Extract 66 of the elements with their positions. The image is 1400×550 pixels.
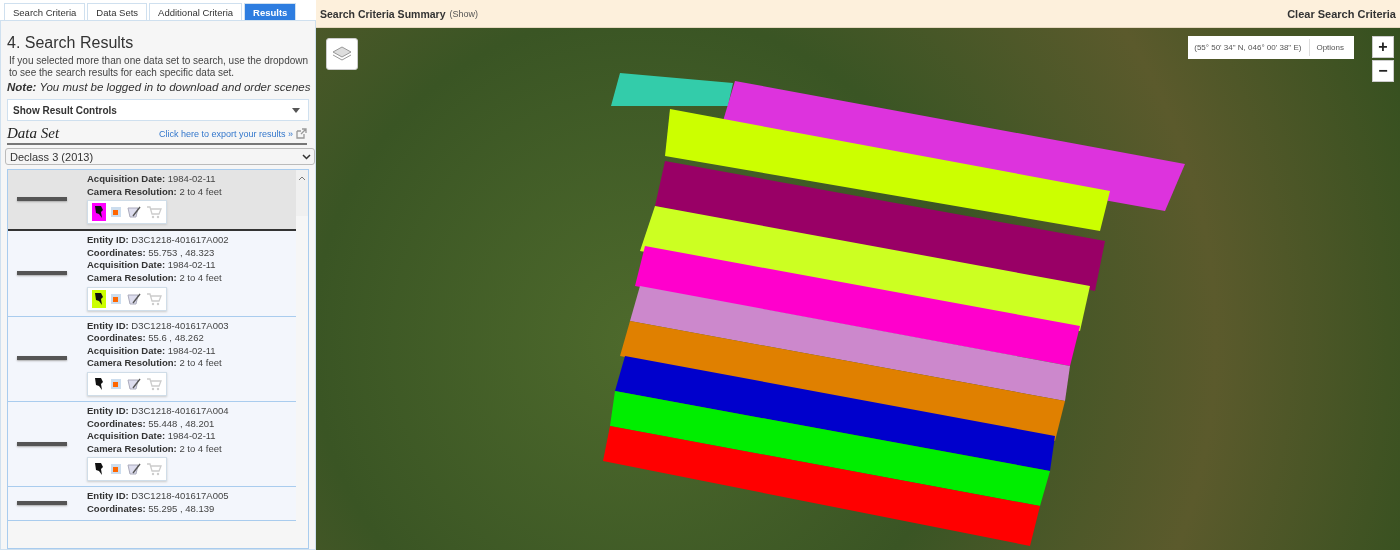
footprint-polygon[interactable]	[630, 286, 1070, 401]
result-field: Entity ID: D3C1218-401617A005	[87, 490, 229, 503]
data-set-select[interactable]: Declass 3 (2013)	[5, 148, 315, 165]
thumbnail-strip	[17, 270, 67, 275]
result-field: Acquisition Date: 1984-02-11	[87, 259, 229, 272]
result-field: Camera Resolution: 2 to 4 feet	[87, 442, 229, 456]
download-icon[interactable]	[126, 205, 142, 220]
result-field: Camera Resolution: 2 to 4 feet	[87, 357, 229, 370]
zoom-in-button[interactable]: +	[1372, 36, 1394, 58]
result-field: Camera Resolution: 2 to 4 feet	[87, 185, 222, 199]
tab[interactable]: Additional Criteria	[149, 3, 243, 20]
result-item[interactable]: Entity ID: D3C1218-401617A002 Coordinates: 55.753 , 48.323 Acquisition Date: 1984-02-11 Camera Resolution: 2 to 4 feet	[8, 231, 296, 317]
chevron-icon	[302, 153, 311, 160]
thumbnail-strip	[17, 356, 67, 361]
show-link[interactable]: (Show)	[449, 8, 1284, 19]
thumbnail-strip	[17, 500, 67, 505]
data-set-label: Data Set	[7, 125, 61, 142]
result-item[interactable]: Entity ID: D3C1218-401617A003 Coordinates: 55.6 , 48.262 Acquisition Date: 1984-02-11 Camera Resolution: 2 to 4 feet	[8, 316, 296, 402]
footprint-polygon[interactable]	[611, 73, 733, 106]
result-field: Entity ID: D3C1218-401617A002	[87, 234, 229, 247]
result-controls-dropdown[interactable]: Show Result Controls	[7, 99, 309, 121]
tab[interactable]: Results	[244, 3, 297, 20]
tab[interactable]: Data Sets	[87, 3, 148, 20]
footprint-polygon[interactable]	[655, 161, 1105, 291]
thumbnail-strip	[17, 197, 67, 202]
footprint-icon[interactable]	[92, 203, 106, 222]
result-field: Acquisition Date: 1984-02-11	[87, 344, 229, 358]
download-icon[interactable]	[126, 462, 142, 477]
result-field: Camera Resolution: 2 to 4 feet	[87, 271, 229, 285]
download-icon[interactable]	[126, 291, 142, 306]
satellite-map[interactable]: (55° 50' 34" N, 046° 00' 38" E) Options + −	[316, 28, 1400, 550]
footprint-polygon[interactable]	[635, 246, 1080, 366]
result-field: Acquisition Date: 1984-02-11	[87, 173, 222, 186]
cursor-coordinates: (55° 50' 34" N, 046° 00' 38" E)	[1194, 43, 1302, 52]
footprint-polygon[interactable]	[603, 426, 1040, 546]
result-item[interactable]: Entity ID: D3C1218-401617A004 Coordinates: 55.448 , 48.201 Acquisition Date: 1984-02-11 Camera Resolution: 2 to 4 feet	[8, 401, 296, 488]
clear-criteria-link[interactable]: Clear Search Criteria	[1287, 7, 1396, 20]
export-link[interactable]: Click here to export your results »	[158, 128, 293, 139]
zoom-out-button[interactable]: −	[1372, 60, 1394, 82]
result-item[interactable]: Entity ID: D3C1218-401617A005 Coordinates: 55.295 , 48.139	[8, 487, 296, 521]
note-text: Note: You must be logged in to download and order scenes	[7, 81, 312, 93]
footprint-polygon[interactable]	[615, 356, 1055, 471]
result-field: Entity ID: D3C1218-401617A004	[87, 404, 229, 418]
footprint-polygon[interactable]	[665, 109, 1110, 231]
result-field: Coordinates: 55.295 , 48.139	[87, 502, 229, 516]
scroll-up-icon[interactable]	[298, 176, 306, 181]
scrollbar[interactable]	[296, 170, 308, 216]
external-link-icon	[296, 128, 307, 139]
result-field: Acquisition Date: 1984-02-11	[87, 430, 229, 443]
caret-icon	[292, 107, 300, 113]
result-item[interactable]: Acquisition Date: 1984-02-11 Camera Resolution: 2 to 4 feet	[8, 170, 296, 232]
footprint-polygon[interactable]	[620, 321, 1065, 441]
download-icon[interactable]	[126, 376, 142, 391]
result-field: Coordinates: 55.448 , 48.201	[87, 417, 229, 431]
thumbnail-strip	[17, 441, 67, 446]
section-heading: 4. Search Results	[7, 34, 135, 52]
tab[interactable]: Search Criteria	[4, 3, 86, 20]
result-field: Entity ID: D3C1218-401617A003	[87, 319, 229, 333]
summary-title: Search Criteria Summary	[320, 7, 446, 20]
footprint-polygon[interactable]	[610, 391, 1050, 506]
footprint-icon[interactable]	[92, 289, 106, 308]
intro-text: If you selected more than one data set to search, use the dropdown to see the search results for each specific data set.	[9, 55, 310, 79]
layers-button[interactable]	[326, 38, 358, 70]
result-field: Coordinates: 55.753 , 48.323	[87, 246, 229, 260]
result-field: Coordinates: 55.6 , 48.262	[87, 332, 229, 345]
layers-icon	[332, 45, 352, 63]
